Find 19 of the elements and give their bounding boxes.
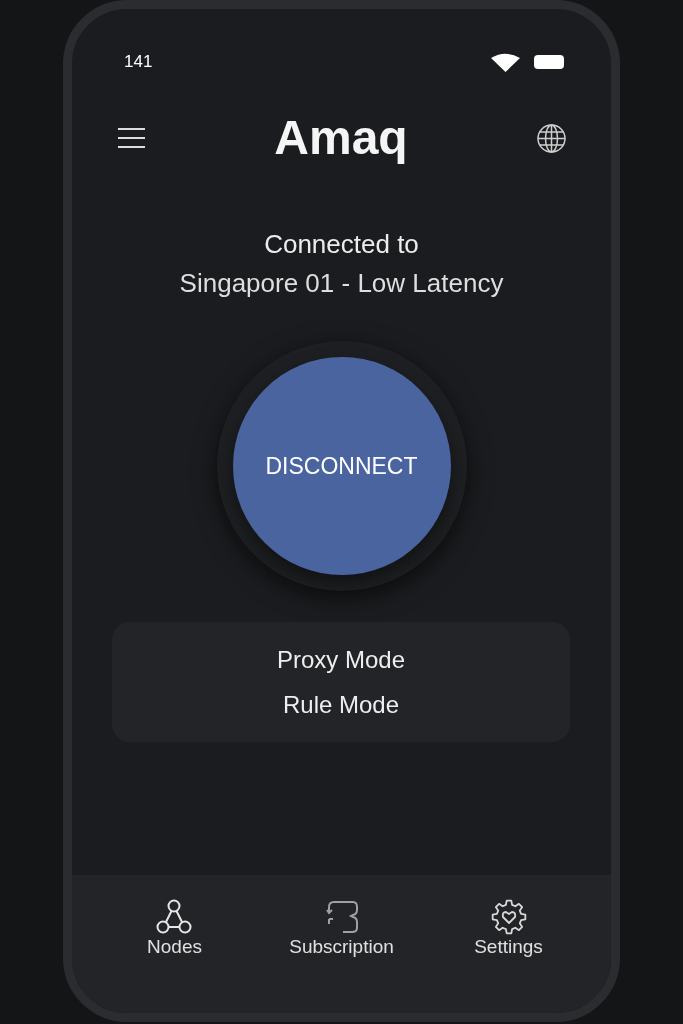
nav-tab[interactable]: Subscription — [289, 899, 394, 959]
menu-icon — [118, 127, 145, 149]
three-nodes-icon — [156, 899, 193, 935]
language-button[interactable] — [537, 123, 566, 153]
nav-tab[interactable]: Settings — [474, 899, 543, 959]
disconnect-button[interactable]: DISCONNECT — [232, 357, 451, 575]
menu-button[interactable] — [118, 127, 145, 149]
nav-tab[interactable]: Nodes — [147, 899, 202, 959]
connection-status: Connected to — [264, 228, 419, 261]
wifi-icon — [491, 52, 520, 72]
server-name: Singapore 01 - Low Latency — [179, 267, 504, 300]
mode-option[interactable]: Proxy Mode — [276, 643, 406, 677]
battery-icon — [534, 55, 564, 69]
app-title: Amaq — [274, 110, 408, 166]
status-time: 141 — [124, 51, 153, 73]
globe-icon — [537, 123, 566, 153]
gear-icon — [490, 899, 527, 935]
mode-option[interactable]: Rule Mode — [282, 688, 400, 722]
loop-arrows-icon — [323, 899, 360, 935]
